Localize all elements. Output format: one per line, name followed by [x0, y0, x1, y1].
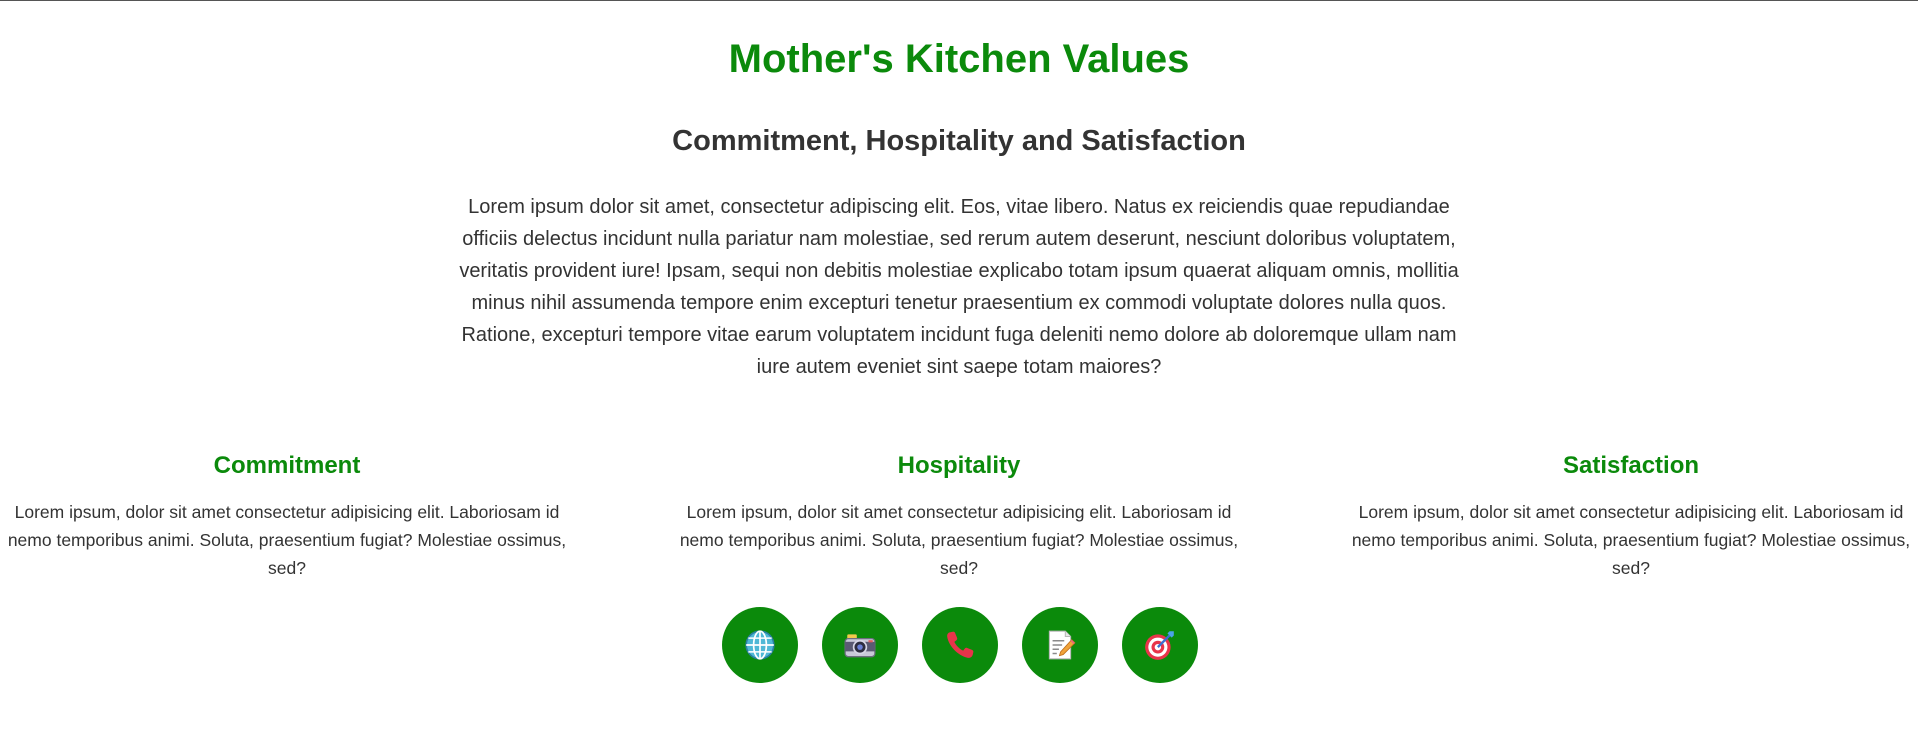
- globe-link[interactable]: [722, 607, 798, 683]
- value-text-commitment: Lorem ipsum, dolor sit amet consectetur …: [7, 502, 567, 578]
- value-card-hospitality: Hospitality Lorem ipsum, dolor sit amet …: [672, 449, 1246, 582]
- camera-link[interactable]: [822, 607, 898, 683]
- memo-link[interactable]: [1022, 607, 1098, 683]
- memo-icon: [1048, 630, 1076, 660]
- value-card-satisfaction: Satisfaction Lorem ipsum, dolor sit amet…: [1344, 449, 1918, 582]
- intro-paragraph: Lorem ipsum dolor sit amet, consectetur …: [459, 196, 1459, 378]
- page-title: Mother's Kitchen Values: [728, 37, 1190, 81]
- value-card-commitment: Commitment Lorem ipsum, dolor sit amet c…: [0, 449, 574, 582]
- target-icon: [1145, 631, 1174, 660]
- camera-icon: [844, 634, 876, 658]
- value-title-satisfaction: Satisfaction: [1562, 452, 1700, 479]
- phone-icon: [947, 631, 974, 658]
- social-icon-row: [722, 607, 1198, 683]
- page-subtitle: Commitment, Hospitality and Satisfaction: [672, 125, 1246, 157]
- phone-link[interactable]: [922, 607, 998, 683]
- value-text-hospitality: Lorem ipsum, dolor sit amet consectetur …: [679, 502, 1239, 578]
- globe-icon: [745, 630, 775, 660]
- value-text-satisfaction: Lorem ipsum, dolor sit amet consectetur …: [1351, 502, 1911, 578]
- value-title-commitment: Commitment: [213, 452, 361, 479]
- target-link[interactable]: [1122, 607, 1198, 683]
- value-title-hospitality: Hospitality: [897, 452, 1021, 479]
